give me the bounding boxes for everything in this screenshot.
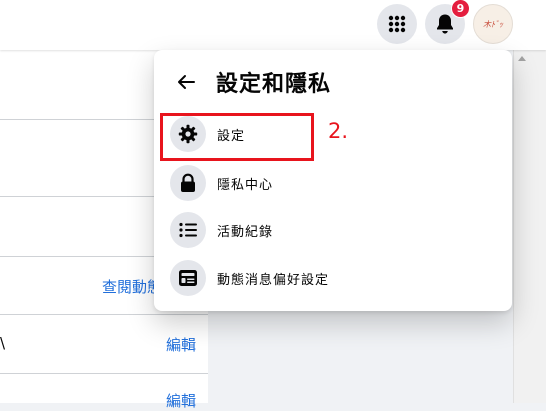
menu-item-label: 隱私中心 [217,178,274,193]
edit-link-2[interactable]: 編輯 [166,390,196,411]
notification-count-badge: 9 [451,0,470,18]
news-feed-icon [170,260,206,296]
menu-item-news-feed-preferences[interactable]: 動態消息偏好設定 [162,255,504,301]
lock-icon [170,165,206,201]
scroll-up-arrow-icon[interactable] [518,56,526,61]
list-icon [170,212,206,248]
menu-item-label: 活動紀錄 [217,225,274,240]
bell-icon [437,14,453,34]
edit-link[interactable]: 編輯 [166,334,196,355]
annotation-highlight-box [160,113,314,161]
notifications-button[interactable]: 9 [425,0,470,44]
row-text-fragment: \ [0,334,6,352]
dropdown-header: 設定和隱私 [154,60,512,104]
settings-privacy-dropdown: 設定和隱私 設定 隱私中心 活動紀錄 動態消息偏好設定 [154,50,512,311]
menu-item-label: 動態消息偏好設定 [217,273,330,288]
menu-grid-button[interactable] [377,4,417,44]
vertical-scrollbar[interactable] [513,50,546,403]
top-navigation-bar: 9 木ﾄﾞｯ [0,0,546,50]
menu-item-privacy-center[interactable]: 隱私中心 [162,160,504,206]
back-arrow-icon [178,75,195,89]
avatar-logo-text: 木ﾄﾞｯ [483,19,503,29]
annotation-step-number: 2. [328,119,349,143]
divider [0,373,208,374]
menu-item-activity-log[interactable]: 活動紀錄 [162,207,504,253]
divider [0,314,208,315]
back-button[interactable] [168,64,204,100]
grid-icon [388,15,406,33]
dropdown-title: 設定和隱私 [216,72,332,97]
view-activity-link[interactable]: 查閱動態 [102,276,162,297]
profile-avatar-button[interactable]: 木ﾄﾞｯ [473,4,513,44]
